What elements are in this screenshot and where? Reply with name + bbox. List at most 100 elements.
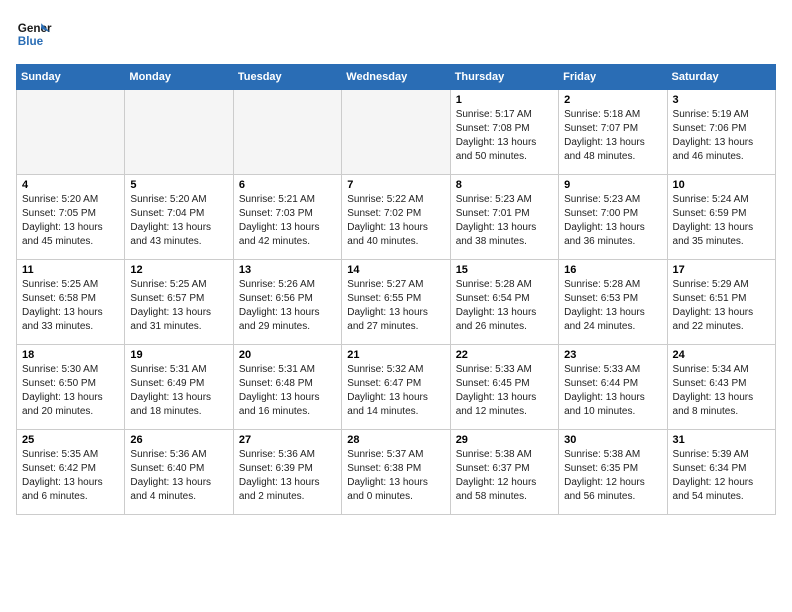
- day-number: 22: [456, 349, 553, 361]
- day-number: 30: [564, 434, 661, 446]
- day-info: Sunrise: 5:27 AM Sunset: 6:55 PM Dayligh…: [347, 278, 444, 334]
- calendar-week-row: 1 Sunrise: 5:17 AM Sunset: 7:08 PM Daylig…: [17, 90, 776, 175]
- day-info: Sunrise: 5:20 AM Sunset: 7:04 PM Dayligh…: [130, 193, 227, 249]
- day-info: Sunrise: 5:20 AM Sunset: 7:05 PM Dayligh…: [22, 193, 119, 249]
- day-number: 2: [564, 94, 661, 106]
- calendar-day-cell: 27Sunrise: 5:36 AM Sunset: 6:39 PM Dayli…: [233, 430, 341, 515]
- calendar-day-cell: 17 Sunrise: 5:29 AM Sunset: 6:51 PM Dayli…: [667, 260, 775, 345]
- day-number: 16: [564, 264, 661, 276]
- calendar-day-cell: 2 Sunrise: 5:18 AM Sunset: 7:07 PM Daylig…: [559, 90, 667, 175]
- page-header: General Blue: [16, 16, 776, 52]
- day-info: Sunrise: 5:26 AM Sunset: 6:56 PM Dayligh…: [239, 278, 336, 334]
- day-info: Sunrise: 5:29 AM Sunset: 6:51 PM Dayligh…: [673, 278, 770, 334]
- day-info: Sunrise: 5:33 AM Sunset: 6:45 PM Dayligh…: [456, 363, 553, 419]
- day-info: Sunrise: 5:37 AM Sunset: 6:38 PM Dayligh…: [347, 448, 444, 504]
- calendar-day-cell: 8 Sunrise: 5:23 AM Sunset: 7:01 PM Daylig…: [450, 175, 558, 260]
- calendar-day-header: Saturday: [667, 65, 775, 90]
- calendar-day-header: Thursday: [450, 65, 558, 90]
- day-info: Sunrise: 5:36 AM Sunset: 6:40 PM Dayligh…: [130, 448, 227, 504]
- day-number: 15: [456, 264, 553, 276]
- calendar-day-cell: 25 Sunrise: 5:35 AM Sunset: 6:42 PM Dayli…: [17, 430, 125, 515]
- day-number: 9: [564, 179, 661, 191]
- calendar-day-cell: [17, 90, 125, 175]
- calendar-day-cell: [342, 90, 450, 175]
- day-number: 17: [673, 264, 770, 276]
- day-number: 25: [22, 434, 119, 446]
- day-info: Sunrise: 5:33 AM Sunset: 6:44 PM Dayligh…: [564, 363, 661, 419]
- day-number: 23: [564, 349, 661, 361]
- calendar-day-cell: 16 Sunrise: 5:28 AM Sunset: 6:53 PM Dayli…: [559, 260, 667, 345]
- day-number: 24: [673, 349, 770, 361]
- calendar-day-header: Sunday: [17, 65, 125, 90]
- day-info: Sunrise: 5:21 AM Sunset: 7:03 PM Dayligh…: [239, 193, 336, 249]
- day-info: Sunrise: 5:28 AM Sunset: 6:54 PM Dayligh…: [456, 278, 553, 334]
- calendar-week-row: 18 Sunrise: 5:30 AM Sunset: 6:50 PM Dayli…: [17, 345, 776, 430]
- calendar-day-cell: 15 Sunrise: 5:28 AM Sunset: 6:54 PM Dayli…: [450, 260, 558, 345]
- day-number: 6: [239, 179, 336, 191]
- day-number: 26: [130, 434, 227, 446]
- calendar-day-cell: 9Sunrise: 5:23 AM Sunset: 7:00 PM Daylig…: [559, 175, 667, 260]
- calendar-table: SundayMondayTuesdayWednesdayThursdayFrid…: [16, 64, 776, 515]
- calendar-day-cell: 28 Sunrise: 5:37 AM Sunset: 6:38 PM Dayli…: [342, 430, 450, 515]
- day-info: Sunrise: 5:39 AM Sunset: 6:34 PM Dayligh…: [673, 448, 770, 504]
- calendar-day-cell: 19 Sunrise: 5:31 AM Sunset: 6:49 PM Dayli…: [125, 345, 233, 430]
- day-info: Sunrise: 5:17 AM Sunset: 7:08 PM Dayligh…: [456, 108, 553, 164]
- day-number: 19: [130, 349, 227, 361]
- day-info: Sunrise: 5:31 AM Sunset: 6:49 PM Dayligh…: [130, 363, 227, 419]
- day-number: 29: [456, 434, 553, 446]
- day-info: Sunrise: 5:38 AM Sunset: 6:35 PM Dayligh…: [564, 448, 661, 504]
- calendar-day-header: Tuesday: [233, 65, 341, 90]
- day-number: 13: [239, 264, 336, 276]
- calendar-day-header: Monday: [125, 65, 233, 90]
- day-number: 18: [22, 349, 119, 361]
- calendar-day-cell: 3Sunrise: 5:19 AM Sunset: 7:06 PM Daylig…: [667, 90, 775, 175]
- day-info: Sunrise: 5:30 AM Sunset: 6:50 PM Dayligh…: [22, 363, 119, 419]
- calendar-day-cell: 26 Sunrise: 5:36 AM Sunset: 6:40 PM Dayli…: [125, 430, 233, 515]
- calendar-day-cell: 29 Sunrise: 5:38 AM Sunset: 6:37 PM Dayli…: [450, 430, 558, 515]
- svg-text:General: General: [18, 22, 52, 35]
- calendar-day-cell: [125, 90, 233, 175]
- day-info: Sunrise: 5:35 AM Sunset: 6:42 PM Dayligh…: [22, 448, 119, 504]
- svg-text:Blue: Blue: [18, 35, 44, 48]
- calendar-day-cell: 24 Sunrise: 5:34 AM Sunset: 6:43 PM Dayli…: [667, 345, 775, 430]
- day-number: 4: [22, 179, 119, 191]
- calendar-day-header: Friday: [559, 65, 667, 90]
- day-number: 10: [673, 179, 770, 191]
- day-number: 31: [673, 434, 770, 446]
- day-number: 11: [22, 264, 119, 276]
- calendar-day-cell: 4 Sunrise: 5:20 AM Sunset: 7:05 PM Daylig…: [17, 175, 125, 260]
- day-info: Sunrise: 5:18 AM Sunset: 7:07 PM Dayligh…: [564, 108, 661, 164]
- calendar-day-header: Wednesday: [342, 65, 450, 90]
- day-number: 1: [456, 94, 553, 106]
- calendar-day-cell: 7 Sunrise: 5:22 AM Sunset: 7:02 PM Daylig…: [342, 175, 450, 260]
- calendar-day-cell: 1 Sunrise: 5:17 AM Sunset: 7:08 PM Daylig…: [450, 90, 558, 175]
- calendar-day-cell: 11 Sunrise: 5:25 AM Sunset: 6:58 PM Dayli…: [17, 260, 125, 345]
- day-info: Sunrise: 5:34 AM Sunset: 6:43 PM Dayligh…: [673, 363, 770, 419]
- day-number: 7: [347, 179, 444, 191]
- calendar-day-cell: [233, 90, 341, 175]
- calendar-day-cell: 14 Sunrise: 5:27 AM Sunset: 6:55 PM Dayli…: [342, 260, 450, 345]
- calendar-day-cell: 18 Sunrise: 5:30 AM Sunset: 6:50 PM Dayli…: [17, 345, 125, 430]
- day-number: 28: [347, 434, 444, 446]
- day-info: Sunrise: 5:31 AM Sunset: 6:48 PM Dayligh…: [239, 363, 336, 419]
- day-number: 14: [347, 264, 444, 276]
- calendar-week-row: 4 Sunrise: 5:20 AM Sunset: 7:05 PM Daylig…: [17, 175, 776, 260]
- day-info: Sunrise: 5:23 AM Sunset: 7:01 PM Dayligh…: [456, 193, 553, 249]
- day-info: Sunrise: 5:24 AM Sunset: 6:59 PM Dayligh…: [673, 193, 770, 249]
- day-info: Sunrise: 5:38 AM Sunset: 6:37 PM Dayligh…: [456, 448, 553, 504]
- calendar-day-cell: 30 Sunrise: 5:38 AM Sunset: 6:35 PM Dayli…: [559, 430, 667, 515]
- calendar-day-cell: 20 Sunrise: 5:31 AM Sunset: 6:48 PM Dayli…: [233, 345, 341, 430]
- day-info: Sunrise: 5:32 AM Sunset: 6:47 PM Dayligh…: [347, 363, 444, 419]
- calendar-day-cell: 31 Sunrise: 5:39 AM Sunset: 6:34 PM Dayli…: [667, 430, 775, 515]
- calendar-day-cell: 23 Sunrise: 5:33 AM Sunset: 6:44 PM Dayli…: [559, 345, 667, 430]
- calendar-header-row: SundayMondayTuesdayWednesdayThursdayFrid…: [17, 65, 776, 90]
- day-info: Sunrise: 5:22 AM Sunset: 7:02 PM Dayligh…: [347, 193, 444, 249]
- calendar-day-cell: 12Sunrise: 5:25 AM Sunset: 6:57 PM Dayli…: [125, 260, 233, 345]
- logo-icon: General Blue: [16, 16, 52, 52]
- calendar-day-cell: 5Sunrise: 5:20 AM Sunset: 7:04 PM Daylig…: [125, 175, 233, 260]
- day-info: Sunrise: 5:28 AM Sunset: 6:53 PM Dayligh…: [564, 278, 661, 334]
- day-number: 20: [239, 349, 336, 361]
- day-number: 12: [130, 264, 227, 276]
- day-info: Sunrise: 5:25 AM Sunset: 6:58 PM Dayligh…: [22, 278, 119, 334]
- day-number: 8: [456, 179, 553, 191]
